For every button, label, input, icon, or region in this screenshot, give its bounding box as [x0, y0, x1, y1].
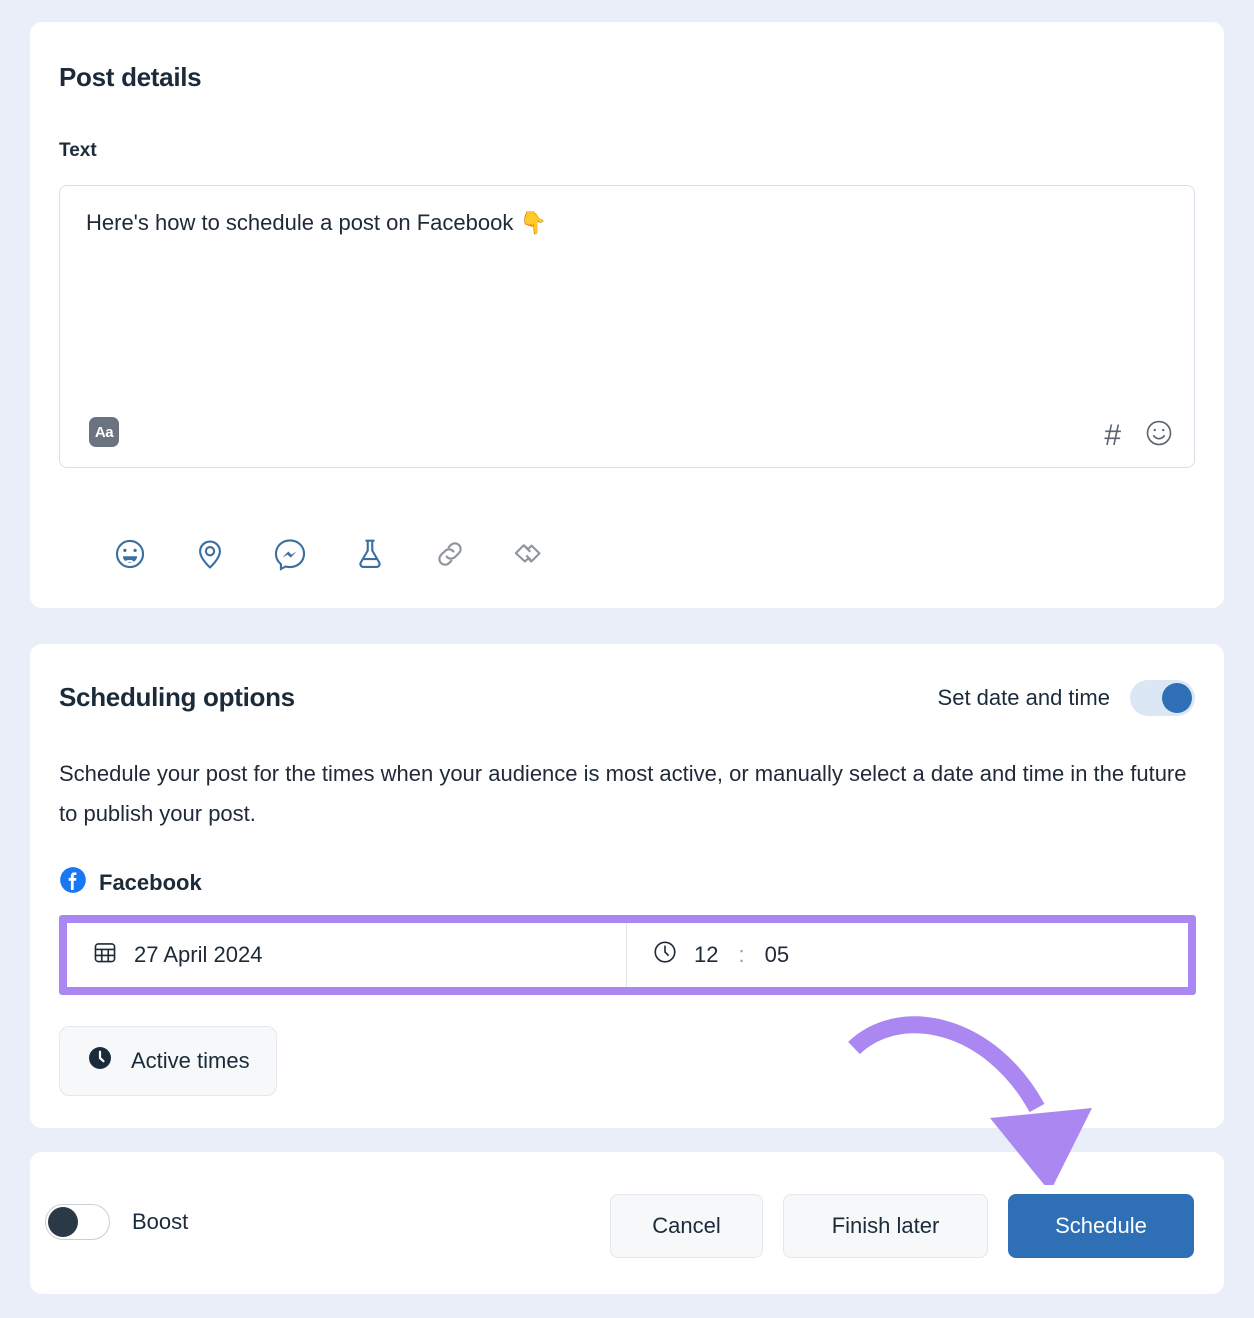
experiment-flask-icon[interactable]: [350, 534, 390, 574]
post-details-title: Post details: [59, 62, 202, 92]
boost-label: Boost: [132, 1209, 189, 1234]
schedule-button[interactable]: Schedule: [1008, 1194, 1194, 1258]
set-date-and-time-toggle[interactable]: [1130, 680, 1195, 716]
hashtag-icon[interactable]: #: [1104, 420, 1121, 451]
messenger-icon[interactable]: [270, 534, 310, 574]
location-icon[interactable]: [190, 534, 230, 574]
date-value: 27 April 2024: [134, 942, 263, 967]
attachment-icon-row: [110, 534, 550, 574]
clock-icon: [652, 939, 678, 971]
aa-icon: Aa: [89, 417, 119, 447]
time-hours: 12: [694, 942, 719, 967]
boost-toggle[interactable]: [45, 1204, 110, 1240]
text-field-label: Text: [59, 140, 97, 161]
datetime-fields: 27 April 2024 12 : 05: [67, 923, 1188, 987]
post-details-card: Post details Text Here's how to schedule…: [30, 22, 1224, 608]
finish-later-button[interactable]: Finish later: [783, 1194, 988, 1258]
text-format-button[interactable]: Aa: [86, 414, 122, 450]
cancel-button[interactable]: Cancel: [610, 1194, 763, 1258]
post-text-editor[interactable]: Here's how to schedule a post on Faceboo…: [59, 185, 1195, 468]
post-text-value[interactable]: Here's how to schedule a post on Faceboo…: [86, 208, 1154, 238]
scheduling-description: Schedule your post for the times when yo…: [59, 761, 1187, 826]
emoji-icon[interactable]: [1144, 418, 1174, 453]
toggle-knob: [1162, 683, 1192, 713]
set-date-and-time-label: Set date and time: [937, 685, 1110, 710]
scheduling-options-card: Scheduling options Set date and time Sch…: [30, 644, 1224, 1128]
toggle-knob: [48, 1207, 78, 1237]
time-minutes: 05: [764, 942, 790, 967]
facebook-icon: [59, 866, 87, 899]
facebook-network-row: Facebook: [59, 866, 202, 899]
active-times-button[interactable]: Active times: [59, 1026, 277, 1096]
facebook-label: Facebook: [99, 869, 202, 895]
date-input[interactable]: 27 April 2024: [67, 923, 627, 987]
clock-filled-icon: [86, 1044, 114, 1078]
set-date-and-time-row: Set date and time: [938, 680, 1195, 716]
time-separator: :: [738, 942, 745, 967]
active-times-label: Active times: [131, 1048, 250, 1073]
datetime-highlight-annotation: 27 April 2024 12 : 05: [59, 915, 1196, 995]
editor-tool-icons: #: [1104, 418, 1174, 453]
footer-action-bar: Boost Cancel Finish later Schedule: [30, 1152, 1224, 1294]
calendar-icon: [92, 939, 118, 971]
boost-row: Boost: [45, 1204, 188, 1240]
footer-buttons: Cancel Finish later Schedule: [610, 1194, 1194, 1258]
feeling-activity-icon[interactable]: [110, 534, 150, 574]
link-icon[interactable]: [430, 534, 470, 574]
collaboration-handshake-icon[interactable]: [510, 534, 550, 574]
time-input[interactable]: 12 : 05: [627, 923, 1188, 987]
scheduling-options-title: Scheduling options: [59, 682, 295, 712]
